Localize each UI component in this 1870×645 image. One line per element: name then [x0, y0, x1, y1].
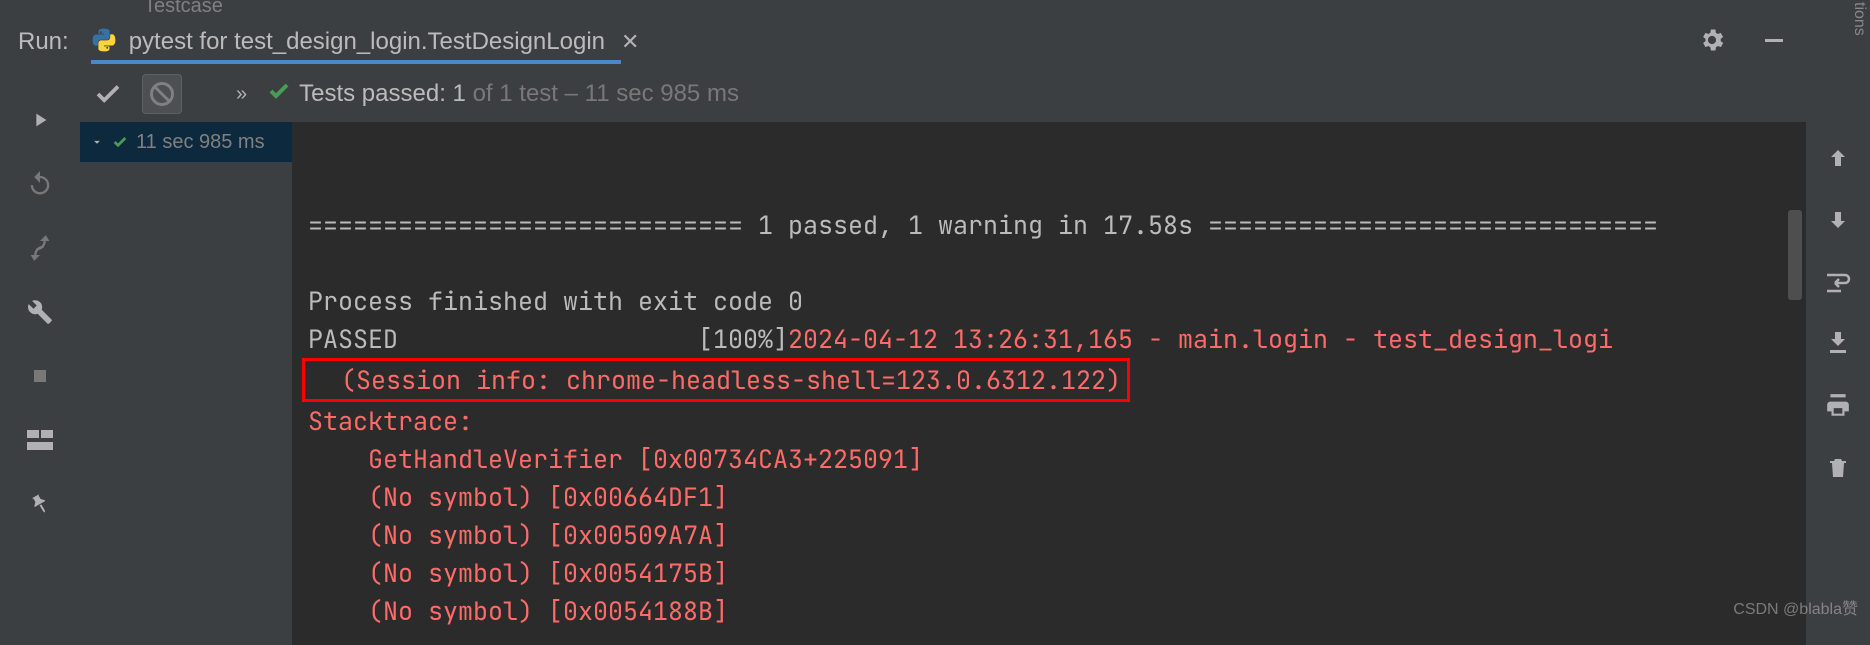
rerun-failed-button[interactable]: [22, 230, 58, 266]
console-output[interactable]: ============================= 1 passed, …: [292, 122, 1806, 645]
green-check-icon: [267, 79, 291, 110]
scroll-to-end-icon[interactable]: [1820, 326, 1856, 362]
soft-wrap-icon[interactable]: [1820, 264, 1856, 300]
console-trace-line: (No symbol) [0x00664DF1]: [308, 480, 728, 514]
console-passed: PASSED [100%]2024-04-12 13:26:31,165 - m…: [308, 322, 1613, 356]
python-icon: [91, 27, 117, 58]
console-trace-line: (No symbol) [0x0054175B]: [308, 556, 728, 590]
minimize-icon[interactable]: [1762, 28, 1786, 57]
layout-button[interactable]: [22, 422, 58, 458]
console-trace-line: GetHandleVerifier [0x00734CA3+225091]: [308, 442, 923, 476]
run-tab-title[interactable]: pytest for test_design_login.TestDesignL…: [129, 28, 605, 56]
wrench-button[interactable]: [22, 294, 58, 330]
tests-passed-suffix: of 1 test – 11 sec 985 ms: [466, 80, 739, 107]
up-arrow-icon[interactable]: [1820, 140, 1856, 176]
console-separator: ============================= 1 passed, …: [308, 208, 1658, 242]
chevron-down-icon: [90, 135, 104, 149]
side-vertical-text: tions: [1850, 0, 1868, 36]
trash-icon[interactable]: [1820, 450, 1856, 486]
run-panel-label: Run:: [18, 28, 69, 56]
scrollbar-thumb[interactable]: [1788, 210, 1802, 300]
tests-passed-count: 1: [453, 80, 466, 107]
console-stacktrace-label: Stacktrace:: [308, 404, 473, 438]
pin-button[interactable]: [22, 486, 58, 522]
run-button[interactable]: [22, 102, 58, 138]
check-icon[interactable]: [88, 74, 128, 114]
tests-passed-prefix: Tests passed:: [299, 80, 452, 107]
console-trace-line: (No symbol) [0x00509A7A]: [308, 518, 728, 552]
console-trace-line: (No symbol) [0x0054188B]: [308, 594, 728, 628]
test-duration: 11 sec 985 ms: [136, 131, 265, 154]
console-process-finished: Process finished with exit code 0: [308, 284, 803, 318]
test-tree-root[interactable]: 11 sec 985 ms: [80, 122, 292, 162]
print-icon[interactable]: [1820, 388, 1856, 424]
stop-button[interactable]: [22, 358, 58, 394]
down-arrow-icon[interactable]: [1820, 202, 1856, 238]
debug-rerun-button[interactable]: [22, 166, 58, 202]
console-session-info: (Session info: chrome-headless-shell=123…: [302, 358, 1130, 402]
settings-gear-icon[interactable]: [1698, 26, 1726, 59]
test-pass-icon: [112, 134, 128, 150]
truncated-top-text: Testcase: [80, 0, 1806, 18]
watermark-text: CSDN @blabla赞: [1733, 595, 1858, 619]
tests-passed-status: Tests passed: 1 of 1 test – 11 sec 985 m…: [267, 79, 739, 110]
close-tab-icon[interactable]: ✕: [621, 29, 639, 55]
expand-chevrons[interactable]: »: [236, 83, 247, 106]
disabled-filter-icon[interactable]: [142, 74, 182, 114]
